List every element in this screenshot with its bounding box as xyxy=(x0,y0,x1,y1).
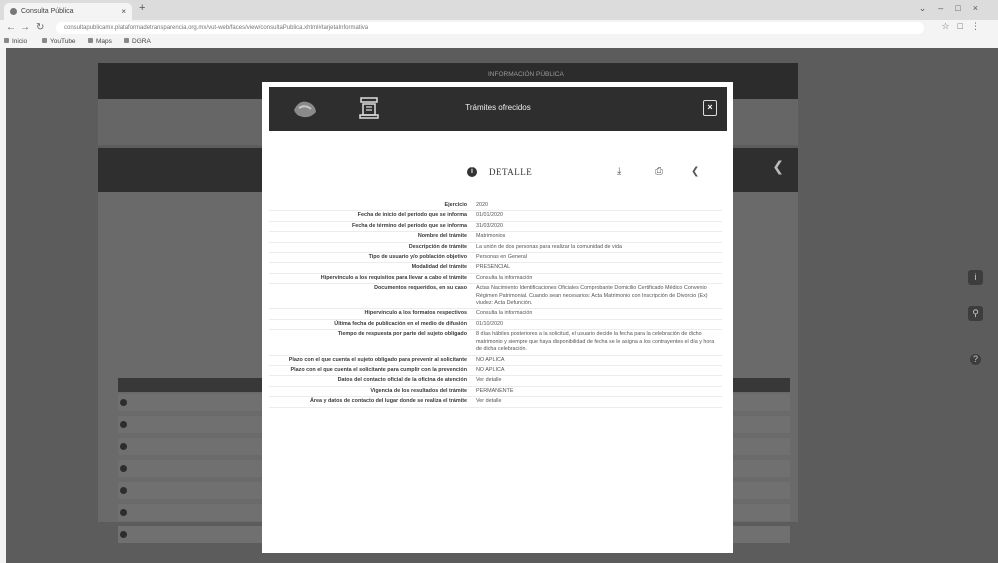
field-label: Nombre del trámite xyxy=(269,231,473,243)
tab-title: Consulta Pública xyxy=(21,8,74,15)
bookmark-item[interactable]: YouTube xyxy=(42,36,76,48)
table-row: Descripción de trámite La unión de dos pe… xyxy=(269,242,722,254)
field-label: Plazo con el que cuenta el sujeto obliga… xyxy=(269,355,473,366)
browser-tab[interactable]: Consulta Pública × xyxy=(4,3,132,20)
field-label: Documentos requeridos, en su caso xyxy=(269,283,473,310)
field-label: Hipervínculo a los requisitos para lleva… xyxy=(269,273,473,285)
field-label: Modalidad del trámite xyxy=(269,262,473,274)
table-row: Modalidad del trámite PRESENCIAL xyxy=(269,262,722,274)
table-row: Nombre del trámite Matrimonios xyxy=(269,231,722,243)
field-label: Área y datos de contacto del lugar donde… xyxy=(269,396,473,408)
row-info-icon[interactable] xyxy=(120,421,127,428)
table-row: Tipo de usuario y/o población objetivo Pe… xyxy=(269,252,722,264)
toolbar-icons[interactable]: ☆□⋮ xyxy=(941,21,988,32)
page-top-title: INFORMACIÓN PÚBLICA xyxy=(488,71,564,78)
share-icon[interactable]: ❮ xyxy=(772,158,784,175)
back-icon[interactable]: ← xyxy=(6,22,16,33)
field-label: Fecha de inicio del periodo que se infor… xyxy=(269,210,473,222)
field-value: Actas Nacimiento Identificaciones Oficia… xyxy=(473,283,722,310)
table-row: Documentos requeridos, en su caso Actas N… xyxy=(269,283,722,310)
table-row: Área y datos de contacto del lugar donde… xyxy=(269,396,722,408)
detail-toolbar: i DETALLE ⤓ ⎙ ❮ xyxy=(467,166,707,180)
detail-label: DETALLE xyxy=(489,167,533,177)
side-search-icon[interactable]: ⚲ xyxy=(968,306,983,321)
modal-title: Trámites ofrecidos xyxy=(465,103,531,112)
bookmark-icon xyxy=(124,38,129,43)
formats-link[interactable]: Consulta la información xyxy=(473,308,722,320)
field-value: Matrimonios xyxy=(473,231,722,243)
bookmarks-bar: Inicio YouTube Maps DGRA xyxy=(0,36,998,48)
field-label: Ejercicio xyxy=(269,201,473,212)
bookmark-item[interactable]: Maps xyxy=(88,36,112,48)
field-value: 2020 xyxy=(473,201,722,212)
youtube-icon xyxy=(42,38,47,43)
download-icon[interactable]: ⤓ xyxy=(617,166,621,177)
new-tab-button[interactable]: + xyxy=(139,2,145,14)
modal-header: Trámites ofrecidos × xyxy=(269,87,727,131)
area-detail-link[interactable]: Ver detalle xyxy=(473,396,722,408)
favicon-icon xyxy=(10,8,17,15)
field-value: NO APLICA xyxy=(473,365,722,377)
detail-table: Ejercicio 2020 Fecha de inicio del period… xyxy=(269,201,722,408)
field-label: Hipervínculo a los formatos respectivos xyxy=(269,308,473,320)
contact-detail-link[interactable]: Ver detalle xyxy=(473,375,722,387)
field-value: PERMANENTE xyxy=(473,386,722,398)
table-row: Fecha de término del periodo que se info… xyxy=(269,221,722,233)
tramites-modal: Trámites ofrecidos × i DETALLE ⤓ ⎙ ❮ Eje… xyxy=(262,82,733,553)
field-value: PRESENCIAL xyxy=(473,262,722,274)
window-controls[interactable]: ⌄–□× xyxy=(919,3,990,14)
field-label: Última fecha de publicación en el medio … xyxy=(269,319,473,331)
row-info-icon[interactable] xyxy=(120,531,127,538)
maps-icon xyxy=(88,38,93,43)
url-input[interactable]: consultapublicamx.plataformadetransparen… xyxy=(56,22,924,34)
table-row: Datos del contacto oficial de la oficina… xyxy=(269,375,722,387)
field-value: 8 días hábiles posteriores a la solicitu… xyxy=(473,329,722,356)
field-label: Tiempo de respuesta por parte del sujeto… xyxy=(269,329,473,356)
field-label: Datos del contacto oficial de la oficina… xyxy=(269,375,473,387)
table-row: Hipervínculo a los requisitos para lleva… xyxy=(269,273,722,285)
row-info-icon[interactable] xyxy=(120,443,127,450)
row-info-icon[interactable] xyxy=(120,465,127,472)
row-info-icon[interactable] xyxy=(120,509,127,516)
side-info-icon[interactable]: i xyxy=(968,270,983,285)
browser-tab-bar: Consulta Pública × + ⌄–□× xyxy=(0,0,998,20)
field-value: 01/10/2020 xyxy=(473,319,722,331)
field-label: Fecha de término del periodo que se info… xyxy=(269,221,473,233)
print-icon[interactable]: ⎙ xyxy=(655,166,663,177)
table-row: Última fecha de publicación en el medio … xyxy=(269,319,722,331)
bookmark-item[interactable]: DGRA xyxy=(124,36,151,48)
field-value: 01/01/2020 xyxy=(473,210,722,222)
bookmark-item[interactable]: Inicio xyxy=(4,36,27,48)
side-help-icon[interactable]: ? xyxy=(970,354,981,365)
field-value: 31/03/2020 xyxy=(473,221,722,233)
bookmark-icon xyxy=(4,38,9,43)
row-info-icon[interactable] xyxy=(120,487,127,494)
table-row: Plazo con el que cuenta el sujeto obliga… xyxy=(269,355,722,366)
table-row: Plazo con el que cuenta el solicitante p… xyxy=(269,365,722,377)
field-value: Personas en General xyxy=(473,252,722,264)
table-row: Vigencia de los resultados del trámite PE… xyxy=(269,386,722,398)
requirements-link[interactable]: Consulta la información xyxy=(473,273,722,285)
address-bar-row: ← → ↻ consultapublicamx.plataformadetran… xyxy=(0,20,998,36)
field-label: Plazo con el que cuenta el solicitante p… xyxy=(269,365,473,377)
tab-close-button[interactable]: × xyxy=(121,3,126,20)
row-info-icon[interactable] xyxy=(120,399,127,406)
field-value: La unión de dos personas para realizar l… xyxy=(473,242,722,254)
field-value: NO APLICA xyxy=(473,355,722,366)
field-label: Descripción de trámite xyxy=(269,242,473,254)
info-icon: i xyxy=(467,167,477,177)
table-row: Hipervínculo a los formatos respectivos C… xyxy=(269,308,722,320)
share-icon[interactable]: ❮ xyxy=(691,166,699,177)
reload-icon[interactable]: ↻ xyxy=(36,22,44,33)
table-row: Ejercicio 2020 xyxy=(269,201,722,212)
close-button[interactable]: × xyxy=(703,100,717,116)
field-label: Vigencia de los resultados del trámite xyxy=(269,386,473,398)
forward-icon[interactable]: → xyxy=(20,22,30,33)
table-row: Fecha de inicio del periodo que se infor… xyxy=(269,210,722,222)
field-label: Tipo de usuario y/o población objetivo xyxy=(269,252,473,264)
table-row: Tiempo de respuesta por parte del sujeto… xyxy=(269,329,722,356)
